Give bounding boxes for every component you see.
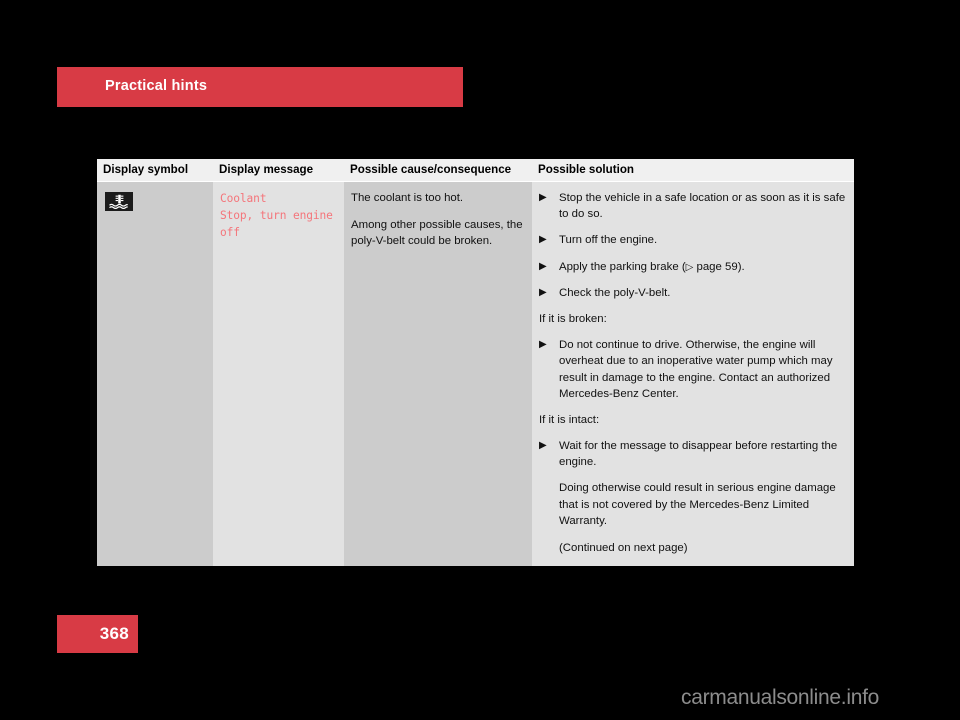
bullet-arrow-icon: ▶ bbox=[539, 440, 547, 452]
bullet-arrow-icon: ▶ bbox=[539, 286, 547, 298]
bullet-arrow-icon: ▶ bbox=[539, 234, 547, 246]
continued-notice: (Continued on next page) bbox=[559, 542, 688, 554]
solution-subheading-broken: If it is broken: bbox=[539, 312, 607, 325]
solution-bullet-text: Stop the vehicle in a safe location or a… bbox=[559, 192, 846, 221]
column-header-display-symbol: Display symbol bbox=[97, 159, 213, 182]
bullet-arrow-icon: ▶ bbox=[539, 260, 547, 272]
solution-bullet-text: Apply the parking brake (▷ page 59). bbox=[559, 259, 847, 275]
column-header-possible-solution: Possible solution bbox=[532, 159, 854, 182]
chapter-title: Practical hints bbox=[105, 78, 208, 94]
solution-bullet: ▶ Check the poly-V-belt. bbox=[539, 285, 847, 301]
xref-text-before: Apply the parking brake ( bbox=[559, 260, 686, 273]
solution-bullet: ▶ Turn off the engine. bbox=[539, 232, 847, 248]
page-number-block: 368 bbox=[57, 615, 138, 653]
coolant-temperature-warning-icon bbox=[105, 192, 133, 211]
solution-bullet-text: Check the poly-V-belt. bbox=[559, 286, 671, 299]
solution-note-warranty: Doing otherwise could result in serious … bbox=[559, 482, 836, 527]
column-header-display-message: Display message bbox=[213, 159, 344, 182]
cell-possible-cause: The coolant is too hot. Among other poss… bbox=[344, 181, 532, 567]
cell-possible-solution: ▶ Stop the vehicle in a safe location or… bbox=[532, 181, 854, 567]
solution-bullet-text: Do not continue to drive. Otherwise, the… bbox=[559, 339, 833, 400]
chapter-banner: Practical hints bbox=[57, 67, 463, 107]
cause-paragraph: The coolant is too hot. bbox=[351, 192, 464, 204]
solution-bullet: ▶ Do not continue to drive. Otherwise, t… bbox=[539, 337, 847, 402]
solution-bullet: ▶ Stop the vehicle in a safe location or… bbox=[539, 190, 847, 222]
table-header-row: Display symbol Display message Possible … bbox=[97, 159, 854, 182]
solution-bullet-text: Wait for the message to disappear before… bbox=[559, 440, 838, 469]
display-message-text: Coolant Stop, turn engine off bbox=[220, 192, 333, 240]
cause-paragraph: Among other possible causes, the poly-V-… bbox=[351, 219, 523, 248]
solution-bullet-text: Turn off the engine. bbox=[559, 234, 658, 247]
bullet-arrow-icon: ▶ bbox=[539, 192, 547, 203]
solution-subheading-intact: If it is intact: bbox=[539, 413, 600, 426]
cell-display-message: Coolant Stop, turn engine off bbox=[213, 181, 344, 567]
watermark: carmanualsonline.info bbox=[681, 686, 879, 709]
display-message-table: Display symbol Display message Possible … bbox=[97, 159, 854, 567]
page-cross-reference[interactable]: page 59 bbox=[693, 261, 738, 273]
page-number: 368 bbox=[99, 624, 129, 643]
column-header-possible-cause: Possible cause/consequence bbox=[344, 159, 532, 182]
solution-bullet-with-crossreference: ▶ Apply the parking brake (▷ page 59). bbox=[539, 259, 847, 275]
xref-text-after: ). bbox=[737, 260, 745, 273]
solution-bullet: ▶ Wait for the message to disappear befo… bbox=[539, 438, 847, 470]
table-row: Coolant Stop, turn engine off The coolan… bbox=[97, 181, 854, 567]
cell-display-symbol bbox=[97, 181, 213, 567]
bullet-arrow-icon: ▶ bbox=[539, 339, 547, 351]
